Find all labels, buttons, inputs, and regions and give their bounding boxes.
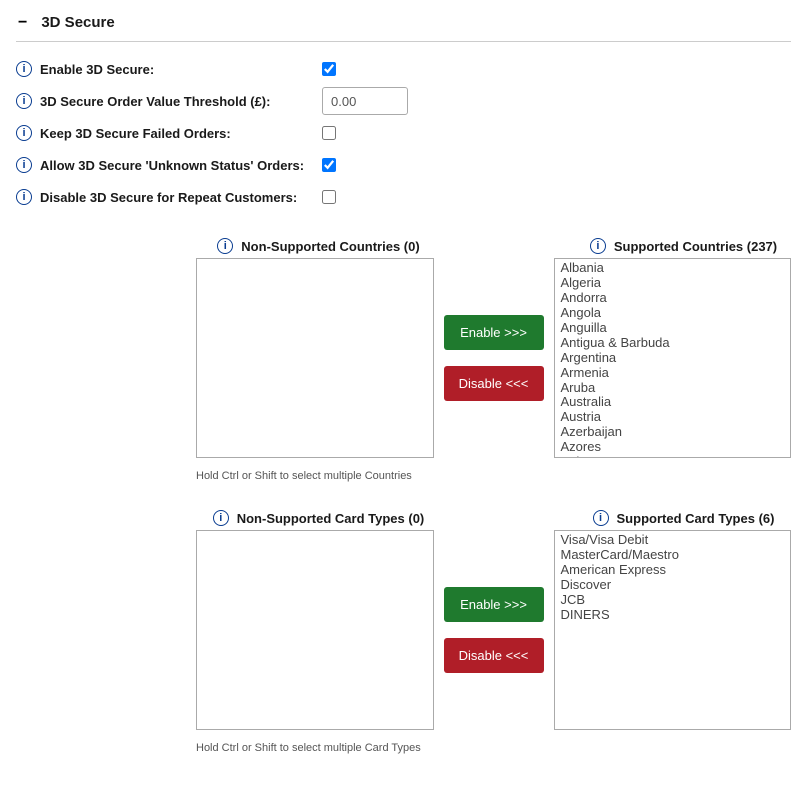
card-types-button-column: Enable >>> Disable <<< — [434, 530, 554, 730]
list-item[interactable]: Argentina — [561, 351, 785, 366]
header-supported-countries: i Supported Countries (237) — [561, 238, 806, 254]
info-icon[interactable]: i — [16, 61, 32, 77]
info-icon[interactable]: i — [16, 189, 32, 205]
list-item[interactable]: JCB — [561, 593, 785, 608]
list-item[interactable]: Aruba — [561, 381, 785, 396]
list-item[interactable]: Bahamas — [561, 455, 785, 458]
list-item[interactable]: MasterCard/Maestro — [561, 548, 785, 563]
section-title: 3D Secure — [41, 14, 114, 31]
label-unknown-status: Allow 3D Secure 'Unknown Status' Orders: — [40, 158, 322, 173]
checkbox-enable-3ds[interactable] — [322, 62, 336, 76]
label-supported-countries: Supported Countries (237) — [614, 239, 777, 254]
listbox-non-supported-countries[interactable] — [196, 258, 434, 458]
listbox-supported-card-types[interactable]: Visa/Visa DebitMasterCard/MaestroAmerica… — [554, 530, 792, 730]
list-item[interactable]: Anguilla — [561, 321, 785, 336]
card-types-block: i Non-Supported Card Types (0) i Support… — [16, 510, 791, 754]
list-item[interactable]: Albania — [561, 261, 785, 276]
enable-countries-button[interactable]: Enable >>> — [444, 315, 544, 350]
label-keep-failed: Keep 3D Secure Failed Orders: — [40, 126, 322, 141]
checkbox-disable-repeat[interactable] — [322, 190, 336, 204]
hint-card-types: Hold Ctrl or Shift to select multiple Ca… — [196, 742, 791, 754]
header-supported-card-types: i Supported Card Types (6) — [561, 510, 806, 526]
row-threshold: i 3D Secure Order Value Threshold (£): — [16, 88, 791, 114]
disable-countries-button[interactable]: Disable <<< — [444, 366, 544, 401]
countries-block: i Non-Supported Countries (0) i Supporte… — [16, 238, 791, 482]
checkbox-keep-failed[interactable] — [322, 126, 336, 140]
label-non-supported-countries: Non-Supported Countries (0) — [241, 239, 419, 254]
info-icon[interactable]: i — [217, 238, 233, 254]
header-non-supported-card-types: i Non-Supported Card Types (0) — [196, 510, 441, 526]
section-header: − 3D Secure — [16, 10, 791, 42]
list-item[interactable]: Visa/Visa Debit — [561, 533, 785, 548]
list-item[interactable]: DINERS — [561, 608, 785, 623]
enable-card-types-button[interactable]: Enable >>> — [444, 587, 544, 622]
label-disable-repeat: Disable 3D Secure for Repeat Customers: — [40, 190, 322, 205]
listbox-non-supported-card-types[interactable] — [196, 530, 434, 730]
hint-countries: Hold Ctrl or Shift to select multiple Co… — [196, 470, 791, 482]
list-item[interactable]: Antigua & Barbuda — [561, 336, 785, 351]
listbox-supported-countries[interactable]: AlbaniaAlgeriaAndorraAngolaAnguillaAntig… — [554, 258, 792, 458]
list-item[interactable]: Discover — [561, 578, 785, 593]
row-disable-repeat: i Disable 3D Secure for Repeat Customers… — [16, 184, 791, 210]
collapse-icon[interactable]: − — [16, 15, 29, 31]
list-item[interactable]: Azerbaijan — [561, 425, 785, 440]
list-item[interactable]: Austria — [561, 410, 785, 425]
list-item[interactable]: Australia — [561, 395, 785, 410]
label-non-supported-card-types: Non-Supported Card Types (0) — [237, 511, 425, 526]
row-enable-3ds: i Enable 3D Secure: — [16, 56, 791, 82]
list-item[interactable]: American Express — [561, 563, 785, 578]
row-keep-failed: i Keep 3D Secure Failed Orders: — [16, 120, 791, 146]
disable-card-types-button[interactable]: Disable <<< — [444, 638, 544, 673]
label-enable-3ds: Enable 3D Secure: — [40, 62, 322, 77]
info-icon[interactable]: i — [16, 125, 32, 141]
info-icon[interactable]: i — [16, 157, 32, 173]
list-item[interactable]: Algeria — [561, 276, 785, 291]
info-icon[interactable]: i — [16, 93, 32, 109]
info-icon[interactable]: i — [590, 238, 606, 254]
info-icon[interactable]: i — [593, 510, 609, 526]
countries-button-column: Enable >>> Disable <<< — [434, 258, 554, 458]
label-threshold: 3D Secure Order Value Threshold (£): — [40, 94, 322, 109]
list-item[interactable]: Andorra — [561, 291, 785, 306]
header-non-supported-countries: i Non-Supported Countries (0) — [196, 238, 441, 254]
list-item[interactable]: Armenia — [561, 366, 785, 381]
input-threshold[interactable] — [322, 87, 408, 115]
list-item[interactable]: Angola — [561, 306, 785, 321]
checkbox-unknown-status[interactable] — [322, 158, 336, 172]
info-icon[interactable]: i — [213, 510, 229, 526]
list-item[interactable]: Azores — [561, 440, 785, 455]
row-unknown-status: i Allow 3D Secure 'Unknown Status' Order… — [16, 152, 791, 178]
label-supported-card-types: Supported Card Types (6) — [617, 511, 775, 526]
